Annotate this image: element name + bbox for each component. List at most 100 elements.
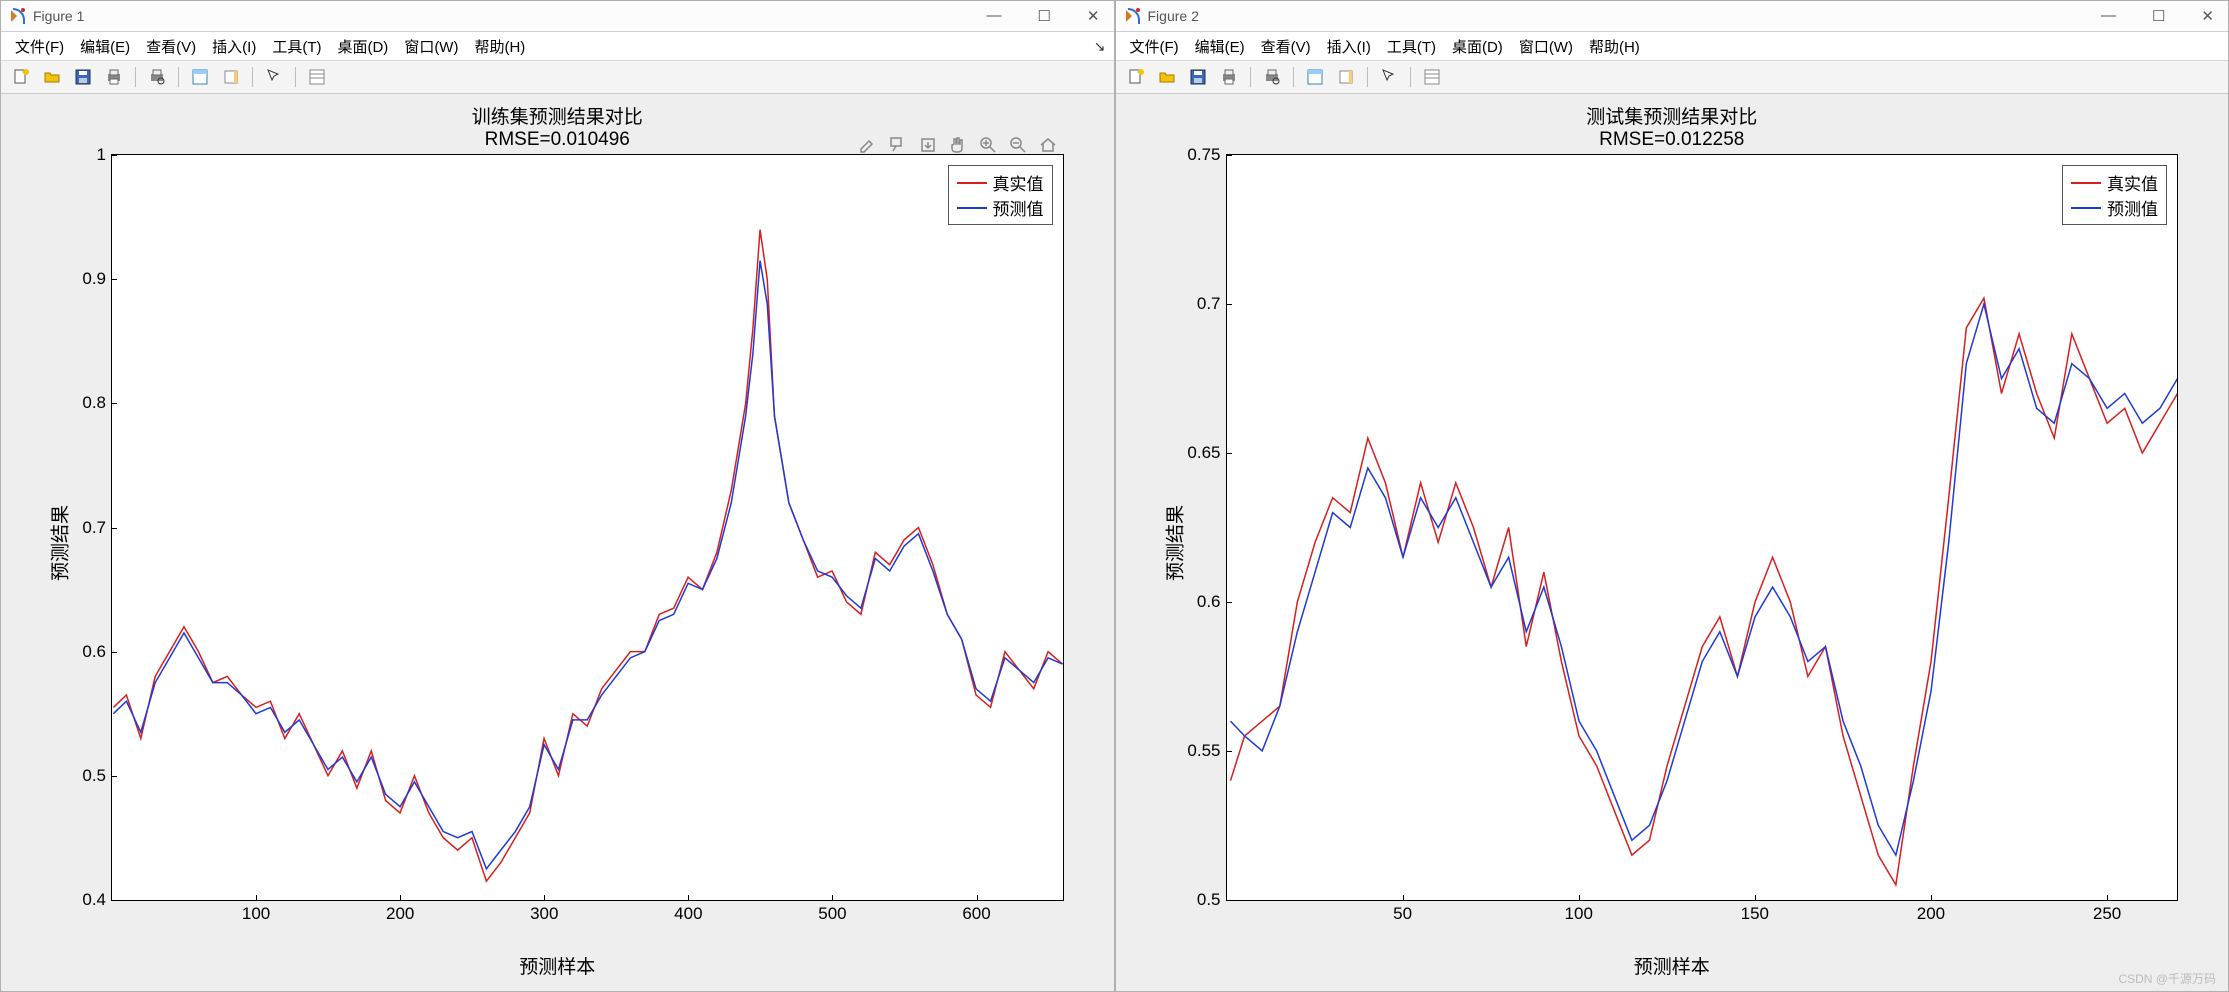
window-title: Figure 1 — [33, 8, 84, 24]
menu-edit[interactable]: 编辑(E) — [72, 33, 138, 60]
export-icon[interactable] — [917, 134, 939, 156]
colorbar-icon[interactable] — [217, 64, 245, 90]
axes[interactable]: 真实值 预测值 0.50.550.60.650.70.7550100150200… — [1226, 154, 2179, 901]
xtick-label: 150 — [1741, 900, 1769, 924]
zoomout-icon[interactable] — [1007, 134, 1029, 156]
properties-icon[interactable] — [303, 64, 331, 90]
print-icon[interactable] — [1215, 64, 1243, 90]
xtick-label: 500 — [818, 900, 846, 924]
xtick-label: 300 — [530, 900, 558, 924]
brush-icon[interactable] — [857, 134, 879, 156]
plot-area: 测试集预测结果对比 RMSE=0.012258 预测结果 预测样本 真实值 预测… — [1116, 94, 2229, 991]
xtick-label: 100 — [1565, 900, 1593, 924]
xtick-label: 100 — [242, 900, 270, 924]
printpreview-icon[interactable] — [1258, 64, 1286, 90]
legend-swatch-pred — [2071, 207, 2101, 209]
ytick-label: 0.9 — [82, 269, 112, 289]
axes-toolbar — [857, 134, 1059, 156]
legend-label-real: 真实值 — [993, 170, 1044, 195]
legend-label-real: 真实值 — [2107, 170, 2158, 195]
arrow-icon[interactable] — [260, 64, 288, 90]
menu-help[interactable]: 帮助(H) — [1581, 33, 1648, 60]
menu-edit[interactable]: 编辑(E) — [1187, 33, 1253, 60]
menu-tools[interactable]: 工具(T) — [264, 33, 329, 60]
pan-icon[interactable] — [947, 134, 969, 156]
menu-file[interactable]: 文件(F) — [7, 33, 72, 60]
ytick-label: 1 — [97, 145, 112, 165]
toolbar-separator — [1367, 67, 1368, 87]
xtick-label: 200 — [386, 900, 414, 924]
menu-overflow-icon[interactable]: ↘ — [1094, 38, 1106, 55]
maximize-button[interactable]: ☐ — [2146, 5, 2171, 27]
toolbar-separator — [135, 67, 136, 87]
print-icon[interactable] — [100, 64, 128, 90]
toolbar-separator — [252, 67, 253, 87]
toolbar-separator — [178, 67, 179, 87]
menu-help[interactable]: 帮助(H) — [466, 33, 533, 60]
menu-view[interactable]: 查看(V) — [138, 33, 204, 60]
toolbar-separator — [1410, 67, 1411, 87]
properties-icon[interactable] — [1418, 64, 1446, 90]
colorbar-icon[interactable] — [1332, 64, 1360, 90]
chart-title: 测试集预测结果对比 — [1116, 102, 2229, 129]
ytick-label: 0.4 — [82, 890, 112, 910]
legend[interactable]: 真实值 预测值 — [948, 165, 1053, 225]
xlabel: 预测样本 — [1116, 952, 2229, 979]
xtick-label: 400 — [674, 900, 702, 924]
ytick-label: 0.6 — [82, 642, 112, 662]
save-icon[interactable] — [69, 64, 97, 90]
ytick-label: 0.7 — [82, 518, 112, 538]
series-pred — [113, 261, 1062, 869]
linkeddata-icon[interactable] — [1301, 64, 1329, 90]
chart-title: 训练集预测结果对比 — [1, 102, 1114, 129]
ylabel: 预测结果 — [1160, 504, 1187, 580]
series-real — [1230, 298, 2177, 885]
toolbar — [1116, 61, 2229, 94]
new-icon[interactable] — [7, 64, 35, 90]
datatips-icon[interactable] — [887, 134, 909, 156]
open-icon[interactable] — [38, 64, 66, 90]
legend-swatch-real — [2071, 182, 2101, 184]
new-icon[interactable] — [1122, 64, 1150, 90]
minimize-button[interactable]: — — [2095, 5, 2122, 27]
menu-file[interactable]: 文件(F) — [1122, 33, 1187, 60]
watermark: CSDN @千源万码 — [2118, 970, 2216, 987]
ylabel: 预测结果 — [46, 504, 73, 580]
matlab-icon — [1124, 8, 1140, 24]
legend-label-pred: 预测值 — [2107, 195, 2158, 220]
menu-view[interactable]: 查看(V) — [1253, 33, 1319, 60]
close-button[interactable]: ✕ — [2195, 5, 2220, 27]
home-icon[interactable] — [1037, 134, 1059, 156]
menu-desktop[interactable]: 桌面(D) — [1444, 33, 1511, 60]
xtick-label: 50 — [1393, 900, 1412, 924]
menu-tools[interactable]: 工具(T) — [1379, 33, 1444, 60]
zoomin-icon[interactable] — [977, 134, 999, 156]
ytick-label: 0.5 — [1197, 890, 1227, 910]
legend[interactable]: 真实值 预测值 — [2062, 165, 2167, 225]
chart-subtitle: RMSE=0.012258 — [1116, 129, 2229, 151]
linkeddata-icon[interactable] — [186, 64, 214, 90]
minimize-button[interactable]: — — [980, 5, 1007, 27]
legend-swatch-real — [957, 182, 987, 184]
open-icon[interactable] — [1153, 64, 1181, 90]
titlebar: Figure 2 — ☐ ✕ — [1116, 1, 2229, 32]
matlab-icon — [9, 8, 25, 24]
printpreview-icon[interactable] — [143, 64, 171, 90]
menu-insert[interactable]: 插入(I) — [204, 33, 264, 60]
maximize-button[interactable]: ☐ — [1031, 5, 1056, 27]
titlebar: Figure 1 — ☐ ✕ — [1, 1, 1114, 32]
window-title: Figure 2 — [1148, 8, 1199, 24]
axes[interactable]: 真实值 预测值 0.40.50.60.70.80.911002003004005… — [111, 154, 1064, 901]
menu-window[interactable]: 窗口(W) — [396, 33, 466, 60]
ytick-label: 0.7 — [1197, 294, 1227, 314]
menu-insert[interactable]: 插入(I) — [1319, 33, 1379, 60]
menu-desktop[interactable]: 桌面(D) — [329, 33, 396, 60]
close-button[interactable]: ✕ — [1081, 5, 1106, 27]
xtick-label: 250 — [2093, 900, 2121, 924]
ytick-label: 0.8 — [82, 393, 112, 413]
arrow-icon[interactable] — [1375, 64, 1403, 90]
figure-window-2: Figure 2 — ☐ ✕ 文件(F) 编辑(E) 查看(V) 插入(I) 工… — [1115, 0, 2229, 992]
menu-window[interactable]: 窗口(W) — [1511, 33, 1581, 60]
save-icon[interactable] — [1184, 64, 1212, 90]
legend-label-pred: 预测值 — [993, 195, 1044, 220]
